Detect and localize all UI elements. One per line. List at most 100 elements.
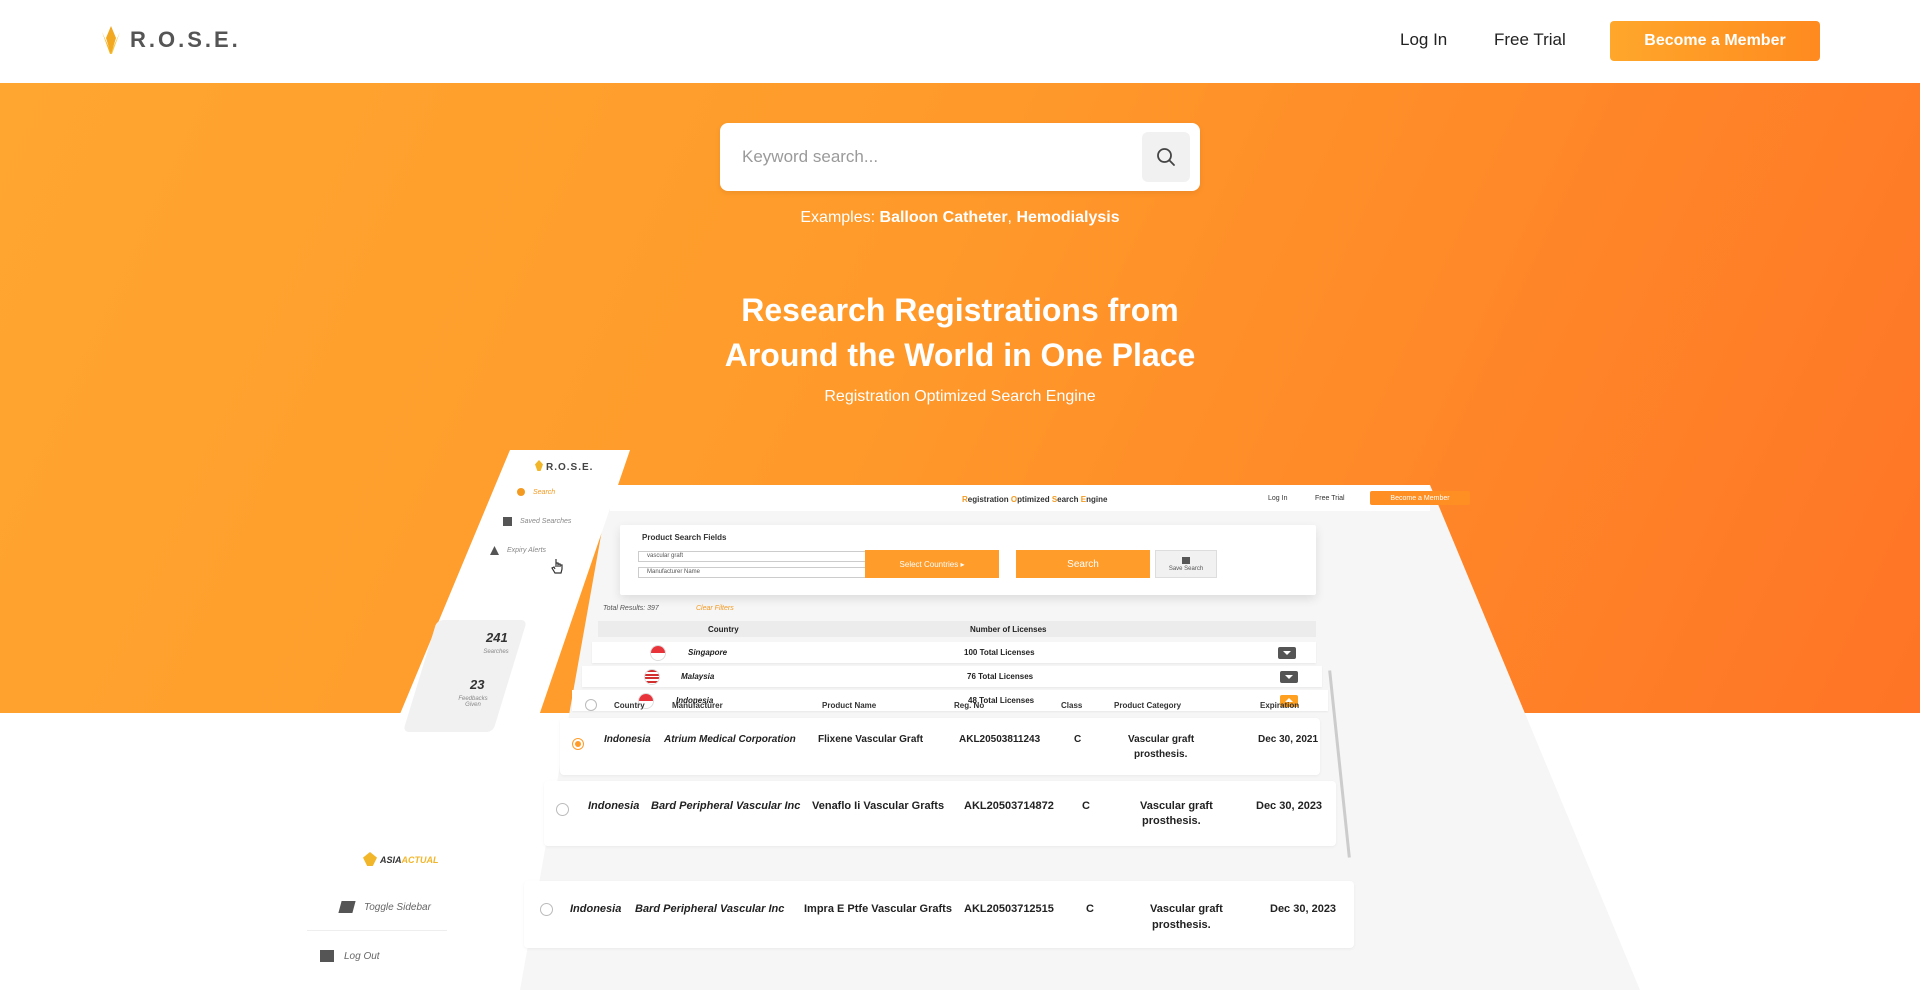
col-class: Class xyxy=(1061,701,1083,710)
singapore-flag-icon xyxy=(650,645,666,661)
licenses-column-header: Number of Licenses xyxy=(970,625,1047,634)
sidebar-logo: R.O.S.E. xyxy=(535,460,593,473)
searches-label: Searches xyxy=(483,649,509,655)
cell-category-line-2: prosthesis. xyxy=(1152,919,1211,931)
example-link-hemodialysis[interactable]: Hemodialysis xyxy=(1016,209,1119,226)
cell-category-line-1: Vascular graft xyxy=(1128,734,1195,745)
logout-item: Log Out xyxy=(320,950,380,962)
country-column-header: Country xyxy=(708,625,739,634)
cell-category-line-2: prosthesis. xyxy=(1134,749,1188,760)
title-word: earch xyxy=(1057,495,1081,504)
save-search-label: Save Search xyxy=(1168,565,1204,572)
preview-search-button: Search xyxy=(1016,550,1150,578)
logo-text: R.O.S.E. xyxy=(130,27,241,52)
expand-toggle xyxy=(1278,647,1296,659)
results-row: Indonesia Atrium Medical Corporation Fli… xyxy=(560,718,1320,775)
col-expiration: Expiration xyxy=(1260,701,1300,710)
results-table-header: Country Manufacturer Product Name Reg. N… xyxy=(570,697,1320,715)
examples-label: Examples: xyxy=(800,209,876,226)
app-preview-main-panel: Registration Optimized Search Engine Log… xyxy=(520,485,1640,990)
results-row: Indonesia Bard Peripheral Vascular Inc V… xyxy=(544,781,1336,846)
rose-logo[interactable]: R.O.S.E. xyxy=(100,24,241,56)
cell-category-line-2: prosthesis. xyxy=(1142,815,1201,827)
cell-manufacturer: Atrium Medical Corporation xyxy=(664,734,796,745)
app-preview-member-button: Become a Member xyxy=(1370,491,1470,505)
sidebar-logo-text: R.O.S.E. xyxy=(546,462,594,473)
license-count: 76 Total Licenses xyxy=(967,672,1034,681)
searches-count: 241 xyxy=(486,630,508,645)
hero-title-line-1: Research Registrations from xyxy=(741,292,1179,328)
app-preview-free-trial: Free Trial xyxy=(1315,495,1345,502)
cell-product-name: Venaflo Ii Vascular Grafts xyxy=(812,800,945,812)
results-row: Indonesia Bard Peripheral Vascular Inc I… xyxy=(524,881,1354,948)
nav-free-trial-link[interactable]: Free Trial xyxy=(1494,30,1566,50)
keyword-search-box xyxy=(720,123,1200,191)
app-preview-sidebar: R.O.S.E. Search Saved Searches Expiry Al… xyxy=(285,450,630,990)
keyword-search-input[interactable] xyxy=(740,137,1120,177)
cell-manufacturer: Bard Peripheral Vascular Inc xyxy=(651,800,801,812)
example-link-balloon-catheter[interactable]: Balloon Catheter xyxy=(880,209,1008,226)
cell-expiration: Dec 30, 2021 xyxy=(1258,734,1319,745)
cell-reg-no: AKL20503712515 xyxy=(964,903,1054,915)
malaysia-flag-icon xyxy=(644,669,660,685)
brand-actual: ACTUAL xyxy=(401,855,439,865)
app-preview-topbar: Registration Optimized Search Engine Log… xyxy=(610,485,1470,511)
cell-expiration: Dec 30, 2023 xyxy=(1270,903,1337,915)
cell-product-name: Impra E Ptfe Vascular Grafts xyxy=(804,903,952,915)
site-header: R.O.S.E. Log In Free Trial Become a Memb… xyxy=(0,0,1920,83)
cell-class: C xyxy=(1086,903,1094,915)
col-manufacturer: Manufacturer xyxy=(672,701,723,710)
save-search-button: Save Search xyxy=(1155,550,1217,578)
sidebar-item-label: Saved Searches xyxy=(520,518,572,525)
logout-label: Log Out xyxy=(344,950,380,962)
product-search-fields-title: Product Search Fields xyxy=(642,533,727,542)
save-icon xyxy=(1182,556,1190,564)
title-word: ngine xyxy=(1086,495,1108,504)
product-name-field: vascular graft xyxy=(638,551,902,562)
alert-icon xyxy=(490,546,499,555)
search-icon xyxy=(517,488,525,496)
feedbacks-count: 23 xyxy=(470,677,485,692)
sidebar-item-label: Search xyxy=(533,488,556,496)
manufacturer-name-field: Manufacturer Name xyxy=(638,567,902,578)
search-icon xyxy=(1157,148,1175,166)
country-name: Malaysia xyxy=(681,672,715,681)
select-countries-button: Select Countries ▸ xyxy=(865,550,999,578)
title-word: egistration xyxy=(967,495,1011,504)
asia-actual-logo: ASIAACTUAL xyxy=(363,852,439,866)
bookmark-icon xyxy=(503,517,512,526)
toggle-sidebar-label: Toggle Sidebar xyxy=(364,901,431,913)
expand-toggle xyxy=(1280,671,1298,683)
cell-category-line-1: Vascular graft xyxy=(1140,800,1213,812)
country-name: Singapore xyxy=(688,648,728,657)
cell-reg-no: AKL20503714872 xyxy=(964,800,1054,812)
leaf-logo-icon xyxy=(535,460,543,471)
hand-cursor-icon xyxy=(551,559,563,574)
col-product-category: Product Category xyxy=(1114,701,1182,710)
sidebar-item-saved-searches: Saved Searches xyxy=(503,517,571,526)
examples-separator: , xyxy=(1007,209,1012,226)
search-examples: Examples: Balloon Catheter, Hemodialysis xyxy=(0,209,1920,227)
search-button[interactable] xyxy=(1142,132,1190,182)
cell-reg-no: AKL20503811243 xyxy=(959,734,1041,745)
sidebar-item-expiry-alerts: Expiry Alerts xyxy=(490,546,546,555)
toggle-sidebar-item: Toggle Sidebar xyxy=(338,901,431,913)
feedbacks-label: Feedbacks Given xyxy=(458,696,488,708)
col-product-name: Product Name xyxy=(822,701,877,710)
toggle-sidebar-icon xyxy=(338,901,356,913)
become-member-button[interactable]: Become a Member xyxy=(1610,21,1820,61)
sidebar-item-search: Search xyxy=(517,488,555,496)
sidebar-divider xyxy=(307,930,447,931)
sidebar-item-label: Expiry Alerts xyxy=(507,547,547,554)
cell-expiration: Dec 30, 2023 xyxy=(1256,800,1323,812)
license-count: 100 Total Licenses xyxy=(964,648,1035,657)
nav-login-link[interactable]: Log In xyxy=(1400,30,1447,50)
hero-title-line-2: Around the World in One Place xyxy=(724,337,1196,373)
cell-class: C xyxy=(1082,800,1090,812)
title-word: ptimized xyxy=(1017,495,1052,504)
leaf-logo-icon xyxy=(363,852,377,866)
logout-icon xyxy=(320,950,334,962)
cell-product-name: Flixene Vascular Graft xyxy=(818,734,924,745)
app-preview-title: Registration Optimized Search Engine xyxy=(962,495,1107,504)
country-row: Malaysia 76 Total Licenses xyxy=(582,666,1322,687)
